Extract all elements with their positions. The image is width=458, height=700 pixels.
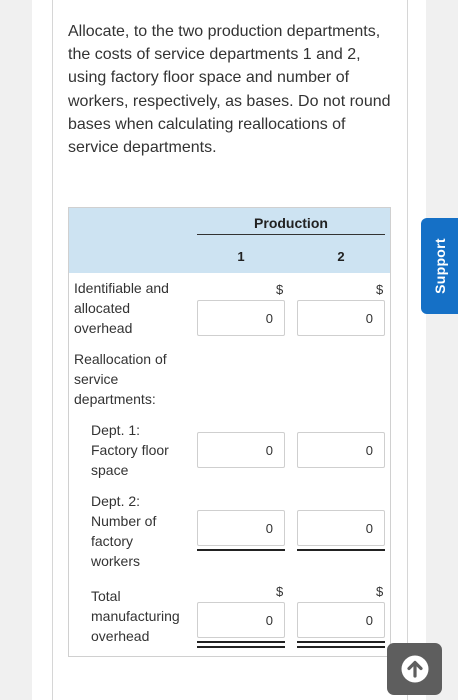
row-label-identifiable: Identifiable and allocated overhead — [74, 280, 169, 336]
total-overhead-dept2-input[interactable] — [297, 602, 385, 638]
total-double-rule-col2 — [297, 641, 385, 648]
dept2-reallocation-col2-input[interactable] — [297, 510, 385, 546]
production-header: Production — [254, 215, 328, 231]
total-overhead-dept1-input[interactable] — [197, 602, 285, 638]
currency-symbol-total-2: $ — [376, 584, 384, 599]
question-text: Allocate, to the two production departme… — [68, 23, 391, 157]
dept1-reallocation-col2-input[interactable] — [297, 432, 385, 468]
scroll-to-top-button[interactable] — [387, 643, 442, 695]
row-label-dept2: Dept. 2: Number of factory workers — [91, 493, 157, 569]
dept1-reallocation-col1-input[interactable] — [197, 432, 285, 468]
identifiable-overhead-dept2-input[interactable] — [297, 300, 385, 336]
currency-symbol-total-1: $ — [276, 584, 284, 599]
currency-symbol-identifiable-1: $ — [276, 282, 284, 297]
support-tab-label: Support — [431, 238, 448, 294]
column-header-2: 2 — [337, 249, 345, 264]
row-label-dept1: Dept. 1: Factory floor space — [91, 422, 169, 478]
total-double-rule-col1 — [197, 641, 285, 648]
table-header: Production 1 2 — [69, 208, 390, 273]
dept2-reallocation-col1-input[interactable] — [197, 510, 285, 546]
column-header-1: 1 — [237, 249, 245, 264]
production-header-rule — [197, 234, 385, 235]
subtotal-rule-col2 — [297, 549, 385, 551]
identifiable-overhead-dept1-input[interactable] — [197, 300, 285, 336]
row-label-reallocation: Reallocation of service departments: — [74, 351, 167, 407]
support-tab[interactable]: Support — [421, 218, 458, 314]
subtotal-rule-col1 — [197, 549, 285, 551]
arrow-up-circle-icon — [401, 655, 428, 683]
currency-symbol-identifiable-2: $ — [376, 282, 384, 297]
allocation-table: Production 1 2 Identifiable and allocate… — [68, 207, 391, 657]
row-label-total: Total manufacturing overhead — [91, 588, 180, 644]
